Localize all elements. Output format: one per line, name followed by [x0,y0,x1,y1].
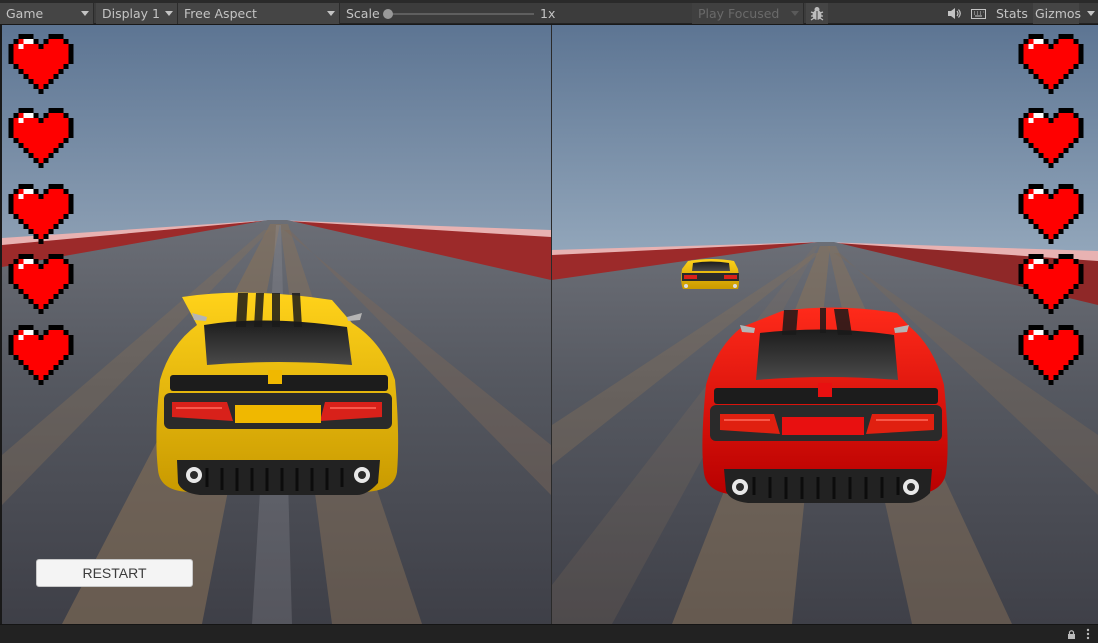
scale-label: Scale [346,6,380,21]
heart-icon [1018,254,1084,314]
gizmos-dropdown[interactable] [1080,3,1098,24]
heart-icon [1018,108,1084,168]
gizmos-button[interactable]: Gizmos [1033,3,1081,24]
display-dropdown[interactable]: Display 1 [96,3,178,24]
player2-scene [552,25,1098,624]
stats-button[interactable]: Stats [996,3,1028,24]
status-bar [0,624,1098,643]
speaker-icon[interactable] [942,3,966,24]
more-icon[interactable] [1086,627,1090,640]
keyboard-icon[interactable] [968,3,990,24]
heart-icon [8,254,74,314]
lock-icon[interactable] [1067,629,1076,640]
play-focused-label: Play Focused [698,6,780,21]
scale-slider-track [388,13,534,15]
game-view-toolbar: Game Display 1 Free Aspect Scale 1x Play… [0,0,1098,24]
display-dropdown-label: Display 1 [102,6,161,21]
chevron-down-icon [327,11,335,16]
heart-icon [1018,325,1084,385]
player2-viewport[interactable] [552,25,1098,624]
play-focused-dropdown[interactable]: Play Focused [692,3,804,24]
chevron-down-icon [81,11,89,16]
aspect-dropdown[interactable]: Free Aspect [178,3,340,24]
opponent-car [681,259,739,289]
heart-icon [1018,34,1084,94]
heart-icon [8,184,74,244]
restart-button[interactable]: RESTART [36,559,193,587]
view-dropdown-label: Game [6,6,44,21]
bug-icon[interactable] [806,3,828,24]
chevron-down-icon [165,11,173,16]
scale-slider[interactable] [383,3,535,24]
player2-car [702,307,948,503]
heart-icon [8,34,74,94]
scale-slider-thumb[interactable] [383,9,393,19]
chevron-down-icon [1087,11,1095,16]
chevron-down-icon [791,11,799,16]
player1-scene [2,25,551,624]
heart-icon [8,108,74,168]
heart-icon [8,325,74,385]
heart-icon [1018,184,1084,244]
scale-value: 1x [540,6,556,21]
aspect-dropdown-label: Free Aspect [184,6,257,21]
view-dropdown[interactable]: Game [0,3,94,24]
player1-viewport[interactable]: RESTART [2,25,551,624]
